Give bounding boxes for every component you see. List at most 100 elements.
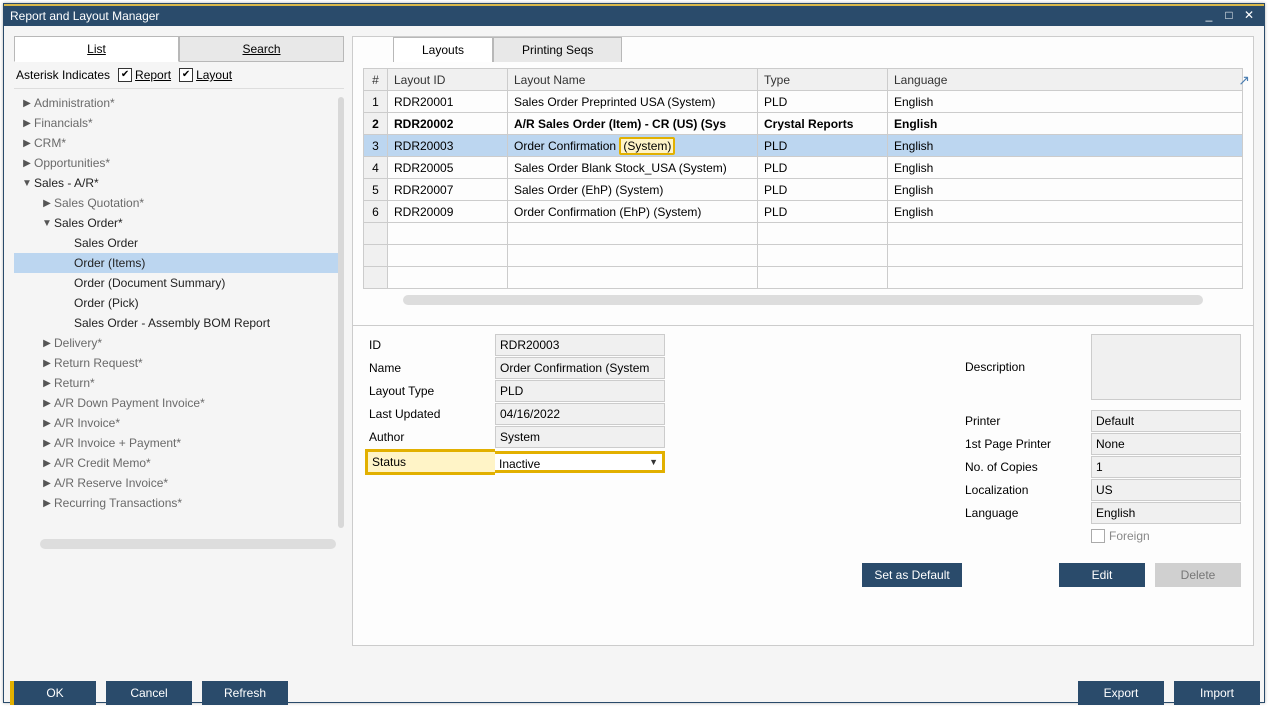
set-as-default-button[interactable]: Set as Default — [862, 563, 962, 587]
tree-item[interactable]: ▶Opportunities* — [14, 153, 344, 173]
titlebar[interactable]: Report and Layout Manager _ □ ✕ — [4, 4, 1264, 26]
tree-item[interactable]: ▼Sales - A/R* — [14, 173, 344, 193]
tree-item[interactable]: ▶Return Request* — [14, 353, 344, 373]
col-type[interactable]: Type — [758, 69, 888, 91]
label-name: Name — [365, 358, 495, 378]
tree-arrow-icon: ▶ — [20, 98, 34, 109]
detail-left: IDRDR20003 NameOrder Confirmation (Syste… — [365, 334, 665, 543]
export-button[interactable]: Export — [1078, 681, 1164, 705]
navigation-tree[interactable]: ▶Administration*▶Financials*▶CRM*▶Opport… — [14, 93, 344, 533]
table-row[interactable]: 6RDR20009Order Confirmation (EhP) (Syste… — [364, 201, 1243, 223]
tree-scrollbar[interactable] — [338, 97, 344, 528]
tree-item[interactable]: Sales Order — [14, 233, 344, 253]
tab-search[interactable]: Search — [179, 36, 344, 62]
table-row[interactable]: 5RDR20007Sales Order (EhP) (System)PLDEn… — [364, 179, 1243, 201]
cancel-button[interactable]: Cancel — [106, 681, 192, 705]
tree-item[interactable]: Order (Pick) — [14, 293, 344, 313]
tree-item[interactable]: ▶Financials* — [14, 113, 344, 133]
popout-icon[interactable]: ↗ — [1238, 72, 1250, 89]
tree-item[interactable]: ▶Sales Quotation* — [14, 193, 344, 213]
tree-item[interactable]: Order (Items) — [14, 253, 344, 273]
tree-arrow-icon: ▶ — [40, 198, 54, 209]
tree-item[interactable]: ▶CRM* — [14, 133, 344, 153]
report-checkbox[interactable]: ✔Report — [118, 68, 171, 82]
detail-right: Description PrinterDefault 1st Page Prin… — [961, 334, 1241, 543]
tree-item[interactable]: ▶A/R Down Payment Invoice* — [14, 393, 344, 413]
tree-item[interactable]: ▶Administration* — [14, 93, 344, 113]
import-button[interactable]: Import — [1174, 681, 1260, 705]
tree-item[interactable]: ▼Sales Order* — [14, 213, 344, 233]
tree-item-label: Administration* — [34, 96, 115, 110]
foreign-checkbox[interactable]: ✔Foreign — [961, 525, 1241, 543]
table-row-empty: ..... — [364, 223, 1243, 245]
window-title: Report and Layout Manager — [10, 9, 1198, 23]
table-row[interactable]: 1RDR20001Sales Order Preprinted USA (Sys… — [364, 91, 1243, 113]
tree-item-label: Sales Order - Assembly BOM Report — [74, 316, 270, 330]
tree-item-label: CRM* — [34, 136, 66, 150]
tree-item[interactable]: ▶A/R Reserve Invoice* — [14, 473, 344, 493]
table-row[interactable]: 2RDR20002A/R Sales Order (Item) - CR (US… — [364, 113, 1243, 135]
field-status-dropdown[interactable]: Inactive▼ — [495, 451, 665, 473]
tree-item-label: Financials* — [34, 116, 93, 130]
field-localization[interactable]: US — [1091, 479, 1241, 501]
table-row[interactable]: 3RDR20003Order Confirmation (System)PLDE… — [364, 135, 1243, 157]
right-pane: Layouts Printing Seqs ↗ # Layout ID Layo… — [352, 36, 1254, 646]
label-author: Author — [365, 427, 495, 447]
col-num[interactable]: # — [364, 69, 388, 91]
tree-item-label: A/R Invoice* — [54, 416, 120, 430]
field-last-updated: 04/16/2022 — [495, 403, 665, 425]
table-row-empty: ..... — [364, 267, 1243, 289]
tree-item-label: Sales Order — [74, 236, 138, 250]
tree-item-label: Order (Items) — [74, 256, 145, 270]
tree-item[interactable]: ▶A/R Invoice + Payment* — [14, 433, 344, 453]
refresh-button[interactable]: Refresh — [202, 681, 288, 705]
tree-item[interactable]: ▶Recurring Transactions* — [14, 493, 344, 513]
label-language: Language — [961, 503, 1091, 523]
table-row[interactable]: 4RDR20005Sales Order Blank Stock_USA (Sy… — [364, 157, 1243, 179]
tree-arrow-icon: ▶ — [20, 118, 34, 129]
layout-checkbox[interactable]: ✔Layout — [179, 68, 232, 82]
field-num-copies[interactable]: 1 — [1091, 456, 1241, 478]
tab-printing-seqs[interactable]: Printing Seqs — [493, 37, 622, 62]
label-status: Status — [365, 449, 495, 475]
delete-button: Delete — [1155, 563, 1241, 587]
tab-list[interactable]: List — [14, 36, 179, 62]
col-layout-id[interactable]: Layout ID — [388, 69, 508, 91]
tree-item[interactable]: ▶A/R Credit Memo* — [14, 453, 344, 473]
field-printer[interactable]: Default — [1091, 410, 1241, 432]
close-icon[interactable]: ✕ — [1240, 9, 1258, 23]
ok-button[interactable]: OK — [10, 681, 96, 705]
tree-arrow-icon: ▶ — [20, 138, 34, 149]
layouts-grid[interactable]: # Layout ID Layout Name Type Language 1R… — [363, 68, 1243, 289]
field-first-page-printer[interactable]: None — [1091, 433, 1241, 455]
tree-item-label: Recurring Transactions* — [54, 496, 182, 510]
tree-hscroll[interactable] — [40, 539, 336, 549]
label-last-updated: Last Updated — [365, 404, 495, 424]
tree-item-label: Sales Quotation* — [54, 196, 144, 210]
tree-item-label: Sales Order* — [54, 216, 123, 230]
col-layout-name[interactable]: Layout Name — [508, 69, 758, 91]
tree-item[interactable]: Sales Order - Assembly BOM Report — [14, 313, 344, 333]
tree-item-label: A/R Reserve Invoice* — [54, 476, 168, 490]
col-language[interactable]: Language — [888, 69, 1243, 91]
tree-arrow-icon: ▶ — [40, 478, 54, 489]
left-pane: List Search Asterisk Indicates ✔Report ✔… — [14, 36, 344, 646]
tree-item[interactable]: Order (Document Summary) — [14, 273, 344, 293]
tree-item-label: Opportunities* — [34, 156, 110, 170]
grid-hscroll[interactable] — [403, 295, 1203, 305]
edit-button[interactable]: Edit — [1059, 563, 1145, 587]
tree-item[interactable]: ▶A/R Invoice* — [14, 413, 344, 433]
maximize-icon[interactable]: □ — [1220, 9, 1238, 23]
tab-layouts[interactable]: Layouts — [393, 37, 493, 62]
tree-item[interactable]: ▶Return* — [14, 373, 344, 393]
tree-arrow-icon: ▶ — [40, 398, 54, 409]
tree-item[interactable]: ▶Delivery* — [14, 333, 344, 353]
label-num-copies: No. of Copies — [961, 457, 1091, 477]
label-first-page-printer: 1st Page Printer — [961, 434, 1091, 454]
minimize-icon[interactable]: _ — [1200, 9, 1218, 23]
field-language[interactable]: English — [1091, 502, 1241, 524]
field-layout-type: PLD — [495, 380, 665, 402]
report-layout-manager-window: Report and Layout Manager _ □ ✕ List Sea… — [3, 3, 1265, 703]
label-layout-type: Layout Type — [365, 381, 495, 401]
tree-item-label: A/R Invoice + Payment* — [54, 436, 181, 450]
